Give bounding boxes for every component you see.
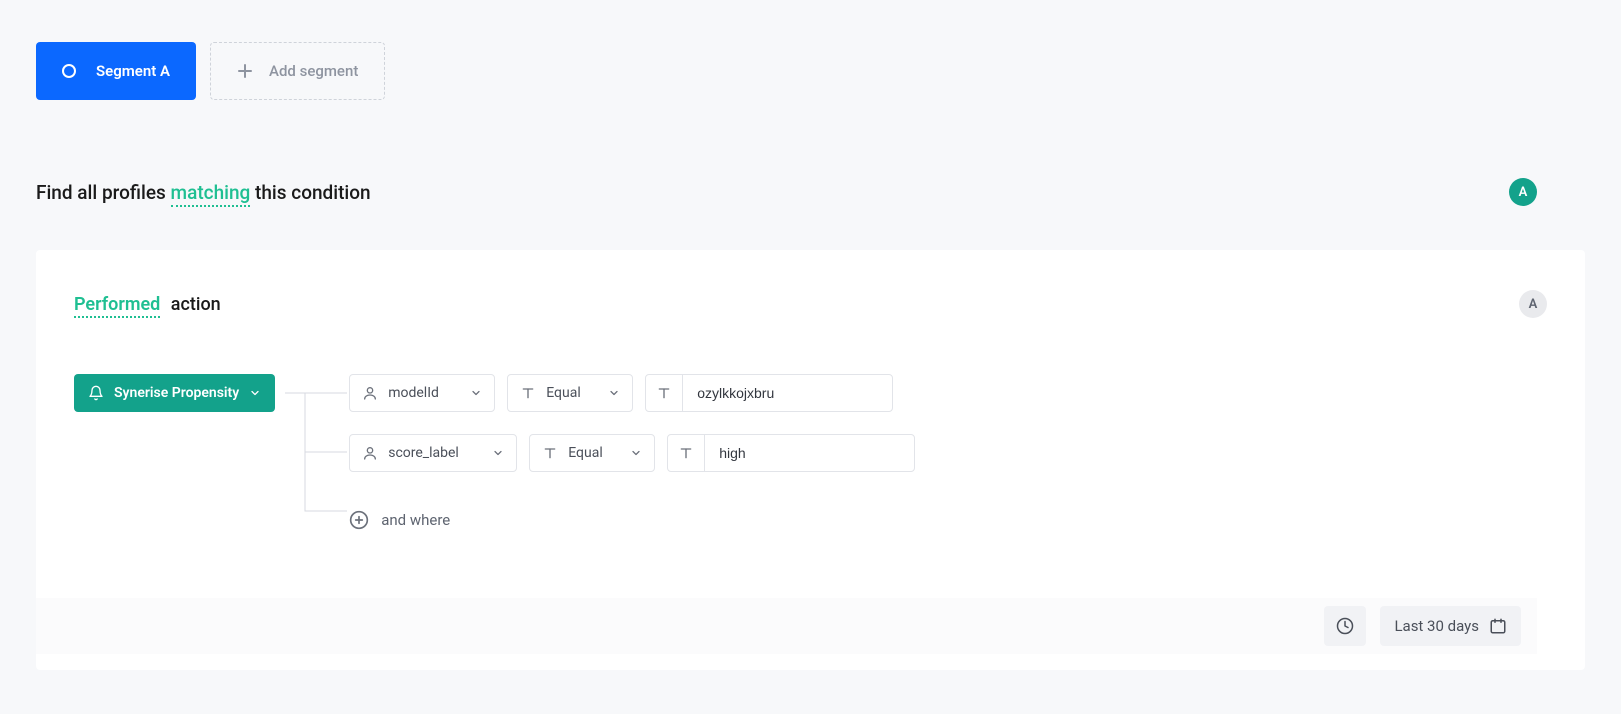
plus-circle-icon: [349, 510, 369, 530]
attribute-selector[interactable]: modelId: [349, 374, 495, 412]
action-label: action: [171, 294, 221, 315]
condition-builder: Synerise Propensity modelId: [74, 374, 1547, 538]
heading-row: Find all profiles matching this conditio…: [36, 178, 1585, 206]
heading-prefix: Find all profiles: [36, 181, 171, 204]
text-type-icon: [520, 385, 536, 401]
chevron-down-icon: [608, 387, 620, 399]
text-type-icon: [646, 375, 683, 411]
condition-value-input[interactable]: [705, 435, 914, 471]
and-where-label: and where: [381, 511, 450, 529]
segment-badge: A: [1509, 178, 1537, 206]
add-segment-button[interactable]: Add segment: [210, 42, 385, 100]
bell-icon: [88, 385, 104, 401]
performed-toggle[interactable]: Performed: [74, 294, 160, 318]
segment-tab-label: Segment A: [96, 62, 170, 80]
add-where-button[interactable]: and where: [349, 510, 915, 530]
date-range-label: Last 30 days: [1394, 617, 1479, 635]
attribute-label: score_label: [388, 445, 459, 461]
condition-row: score_label Equal: [349, 434, 915, 472]
segment-tab-active[interactable]: Segment A: [36, 42, 196, 100]
condition-heading: Find all profiles matching this conditio…: [36, 181, 371, 204]
value-input-wrapper: [667, 434, 915, 472]
plus-icon: [237, 63, 253, 79]
clock-icon: [1336, 617, 1354, 635]
operator-label: Equal: [546, 385, 581, 401]
event-label: Synerise Propensity: [114, 385, 239, 401]
card-header: Performed action A: [74, 290, 1547, 318]
attribute-label: modelId: [388, 385, 439, 401]
conditions-column: modelId Equal: [349, 374, 915, 530]
chevron-down-icon: [470, 387, 482, 399]
text-type-icon: [542, 445, 558, 461]
chevron-down-icon: [249, 387, 261, 399]
chevron-down-icon: [630, 447, 642, 459]
person-icon: [362, 385, 378, 401]
condition-value-input[interactable]: [683, 375, 892, 411]
condition-row: modelId Equal: [349, 374, 915, 412]
circle-icon: [62, 64, 76, 78]
chevron-down-icon: [492, 447, 504, 459]
matching-toggle[interactable]: matching: [171, 181, 251, 207]
person-icon: [362, 445, 378, 461]
event-selector[interactable]: Synerise Propensity: [74, 374, 275, 412]
calendar-icon: [1489, 617, 1507, 635]
connector-lines: [275, 374, 349, 538]
value-input-wrapper: [645, 374, 893, 412]
add-segment-label: Add segment: [269, 62, 358, 80]
history-button[interactable]: [1324, 606, 1366, 646]
operator-label: Equal: [568, 445, 603, 461]
operator-selector[interactable]: Equal: [529, 434, 655, 472]
attribute-selector[interactable]: score_label: [349, 434, 517, 472]
date-range-button[interactable]: Last 30 days: [1380, 606, 1521, 646]
segment-tabs: Segment A Add segment: [36, 42, 1585, 100]
heading-suffix: this condition: [250, 181, 370, 204]
card-segment-badge: A: [1519, 290, 1547, 318]
card-segment-badge-label: A: [1529, 297, 1538, 312]
card-footer: Last 30 days: [36, 598, 1537, 654]
operator-selector[interactable]: Equal: [507, 374, 633, 412]
performed-action-heading: Performed action: [74, 294, 221, 315]
text-type-icon: [668, 435, 705, 471]
segment-badge-label: A: [1519, 185, 1528, 200]
